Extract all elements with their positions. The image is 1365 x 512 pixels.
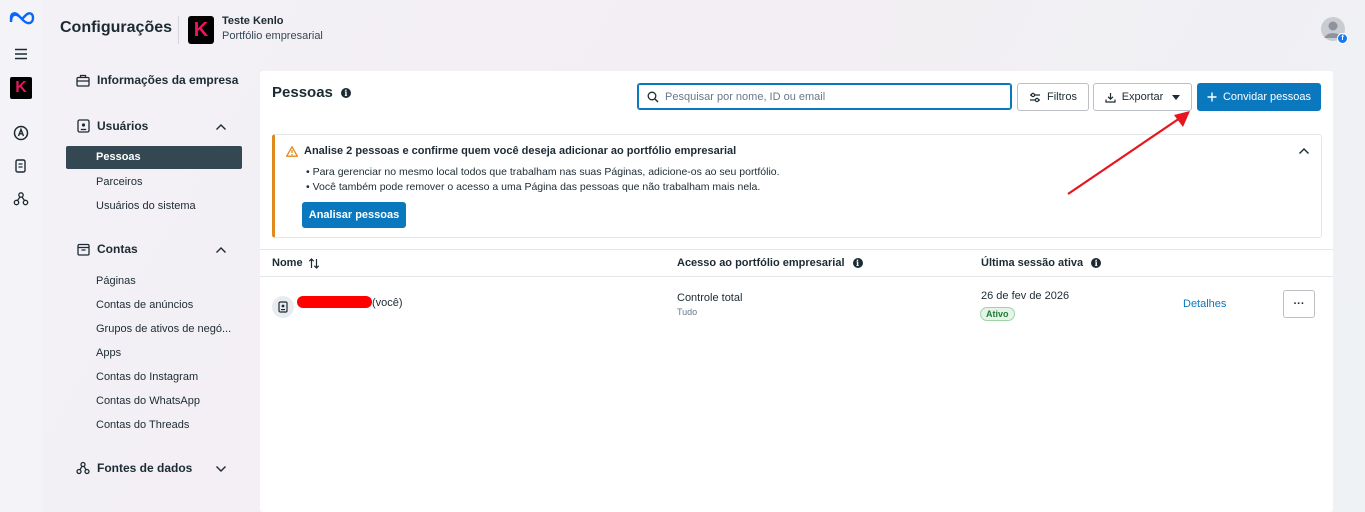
- chevron-up-icon[interactable]: [1297, 144, 1311, 158]
- column-header-last-session: Última sessão ativa i: [981, 257, 1102, 269]
- business-name[interactable]: Teste Kenlo: [222, 15, 284, 27]
- folder-icon: [76, 242, 90, 256]
- export-button[interactable]: Exportar: [1093, 83, 1192, 111]
- column-header-label: Acesso ao portfólio empresarial: [677, 257, 845, 269]
- more-options-button[interactable]: ···: [1283, 290, 1315, 318]
- sidebar-item-contas-instagram[interactable]: Contas do Instagram: [96, 371, 198, 383]
- search-icon: [647, 91, 659, 103]
- filters-label: Filtros: [1047, 91, 1077, 103]
- filters-button[interactable]: Filtros: [1017, 83, 1089, 111]
- ads-icon[interactable]: [10, 122, 32, 144]
- business-logo-icon[interactable]: K: [10, 77, 32, 99]
- review-people-button[interactable]: Analisar pessoas: [302, 202, 406, 228]
- sidebar-section-users[interactable]: Usuários: [76, 119, 148, 133]
- top-header: Configurações K Teste Kenlo Portfólio em…: [42, 0, 1365, 62]
- column-header-label: Última sessão ativa: [981, 257, 1084, 269]
- pages-icon[interactable]: [10, 155, 32, 177]
- details-link[interactable]: Detalhes: [1183, 298, 1226, 310]
- search-input[interactable]: [665, 90, 995, 103]
- left-icon-rail: K: [0, 0, 42, 512]
- table-row[interactable]: (você) Controle total Tudo 26 de fev de …: [260, 278, 1333, 330]
- sidebar-item-apps[interactable]: Apps: [96, 347, 121, 359]
- export-label: Exportar: [1121, 91, 1164, 103]
- access-detail: Tudo: [677, 307, 698, 317]
- redacted-name: [297, 296, 372, 308]
- chevron-up-icon[interactable]: [214, 243, 228, 257]
- sidebar-item-paginas[interactable]: Páginas: [96, 275, 136, 287]
- invite-people-button[interactable]: Convidar pessoas: [1197, 83, 1321, 111]
- caret-down-icon: [1172, 94, 1181, 100]
- sidebar-item-contas-threads[interactable]: Contas do Threads: [96, 419, 189, 431]
- review-alert: Analise 2 pessoas e confirme quem você d…: [272, 134, 1322, 238]
- invite-people-label: Convidar pessoas: [1222, 91, 1312, 103]
- sidebar-section-data-sources[interactable]: Fontes de dados: [76, 461, 192, 475]
- warning-icon: [286, 145, 298, 157]
- sidebar-item-company-info[interactable]: Informações da empresa: [76, 73, 238, 87]
- data-sources-icon: [76, 461, 90, 475]
- chevron-down-icon[interactable]: [214, 462, 228, 476]
- sidebar-item-usuarios-sistema[interactable]: Usuários do sistema: [96, 200, 196, 212]
- section-title: Pessoas i: [272, 84, 351, 101]
- download-icon: [1105, 92, 1116, 103]
- alert-title: Analise 2 pessoas e confirme quem você d…: [286, 145, 736, 157]
- column-header-access: Acesso ao portfólio empresarial i: [677, 257, 863, 269]
- id-card-icon: [76, 119, 90, 133]
- column-header-name[interactable]: Nome: [272, 257, 320, 269]
- sidebar-item-parceiros[interactable]: Parceiros: [96, 176, 142, 188]
- menu-icon[interactable]: [10, 43, 32, 65]
- business-subtitle: Portfólio empresarial: [222, 30, 323, 42]
- table-header: Nome Acesso ao portfólio empresarial i Ú…: [260, 249, 1333, 277]
- sidebar-section-label: Usuários: [97, 119, 149, 133]
- sidebar-section-label: Contas: [97, 242, 138, 256]
- sidebar-item-label: Informações da empresa: [97, 73, 239, 87]
- sidebar-section-accounts[interactable]: Contas: [76, 242, 138, 256]
- status-badge: Ativo: [980, 307, 1015, 321]
- sidebar-section-label: Fontes de dados: [97, 461, 193, 475]
- sidebar-item-grupos-ativos[interactable]: Grupos de ativos de negó...: [96, 323, 231, 335]
- alert-line: • Você também pode remover o acesso a um…: [306, 181, 761, 193]
- briefcase-icon: [76, 73, 90, 87]
- alert-line: • Para gerenciar no mesmo local todos qu…: [306, 166, 780, 178]
- avatar[interactable]: f: [1321, 17, 1348, 44]
- filter-sliders-icon: [1029, 92, 1041, 103]
- access-level: Controle total: [677, 292, 743, 304]
- last-session-date: 26 de fev de 2026: [981, 290, 1070, 302]
- person-icon: [272, 296, 294, 318]
- section-title-text: Pessoas: [272, 84, 333, 101]
- plus-icon: [1207, 92, 1217, 102]
- business-logo[interactable]: K: [188, 16, 214, 44]
- sort-icon[interactable]: [308, 257, 320, 269]
- header-divider: [178, 16, 179, 44]
- info-icon[interactable]: i: [1091, 258, 1102, 268]
- name-suffix: (você): [372, 297, 403, 309]
- main-panel: Pessoas i Filtros Exportar Convidar pess…: [260, 71, 1333, 512]
- info-icon[interactable]: i: [852, 258, 863, 268]
- integrations-icon[interactable]: [10, 188, 32, 210]
- page-title: Configurações: [60, 19, 173, 36]
- sidebar-item-pessoas[interactable]: Pessoas: [66, 146, 242, 169]
- business-logo-letter: K: [10, 77, 32, 99]
- facebook-badge-icon: f: [1337, 33, 1348, 44]
- sidebar: Informações da empresa Usuários Pessoas …: [42, 62, 260, 512]
- sidebar-item-contas-anuncios[interactable]: Contas de anúncios: [96, 299, 193, 311]
- column-header-label: Nome: [272, 257, 303, 269]
- info-icon[interactable]: i: [340, 87, 351, 98]
- sidebar-item-contas-whatsapp[interactable]: Contas do WhatsApp: [96, 395, 200, 407]
- meta-logo-icon[interactable]: [9, 7, 35, 29]
- chevron-up-icon[interactable]: [214, 120, 228, 134]
- alert-title-text: Analise 2 pessoas e confirme quem você d…: [304, 145, 737, 157]
- search-field[interactable]: [637, 83, 1012, 110]
